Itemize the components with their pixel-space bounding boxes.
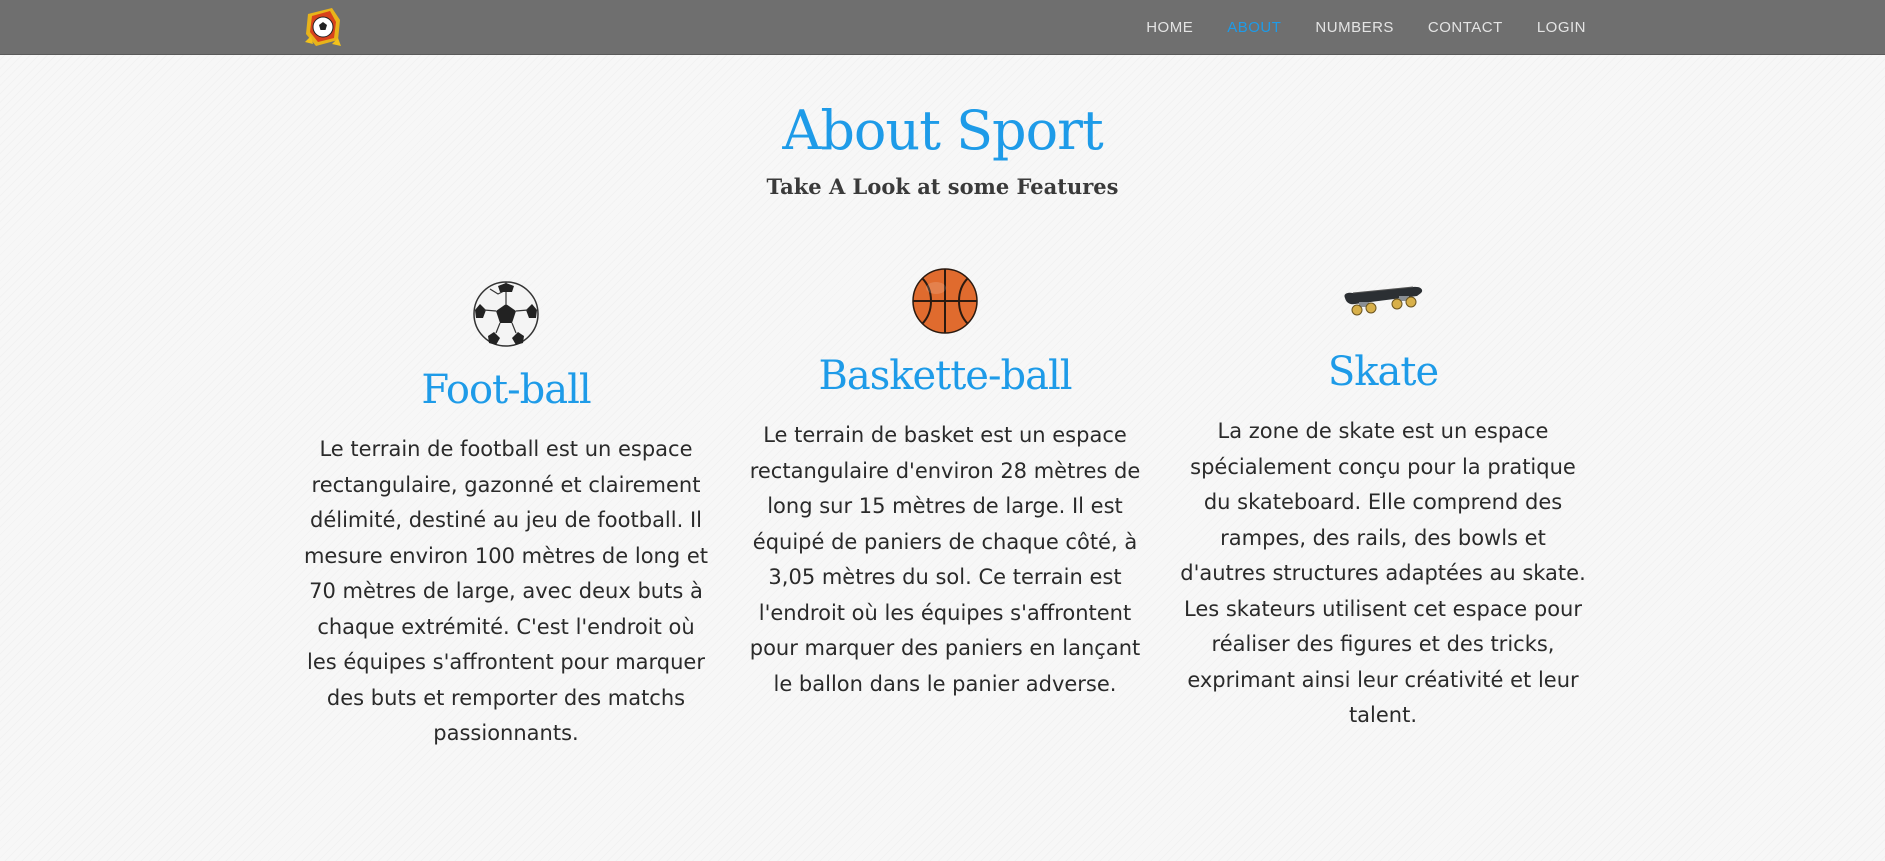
nav-numbers[interactable]: NUMBERS <box>1315 19 1394 36</box>
nav-about[interactable]: ABOUT <box>1227 19 1281 36</box>
navbar: HOME ABOUT NUMBERS CONTACT LOGIN <box>0 0 1885 55</box>
feature-description: La zone de skate est un espace spécialem… <box>1180 419 1586 727</box>
feature-football: Foot-ball Le terrain de football est un … <box>301 280 711 752</box>
feature-basketball: Baskette-ball Le terrain de basket est u… <box>740 268 1150 702</box>
nav-login[interactable]: LOGIN <box>1537 19 1586 36</box>
nav-home[interactable]: HOME <box>1146 19 1193 36</box>
nav-menu: HOME ABOUT NUMBERS CONTACT LOGIN <box>1146 0 1586 54</box>
basketball-icon <box>912 268 978 334</box>
feature-title: Baskette-ball <box>818 353 1072 399</box>
feature-title: Skate <box>1327 349 1439 395</box>
about-title: About Sport <box>782 99 1103 162</box>
nav-contact[interactable]: CONTACT <box>1428 19 1503 36</box>
about-subtitle: Take A Look at some Features <box>766 174 1119 199</box>
soccer-ball-logo-icon[interactable] <box>302 6 344 48</box>
skateboard-icon <box>1344 286 1423 316</box>
soccer-ball-icon <box>473 281 539 347</box>
feature-skate: Skate La zone de skate est un espace spé… <box>1178 282 1588 734</box>
feature-description: Le terrain de football est un espace rec… <box>303 437 709 745</box>
feature-title: Foot-ball <box>421 367 591 413</box>
feature-description: Le terrain de basket est un espace recta… <box>749 423 1141 696</box>
